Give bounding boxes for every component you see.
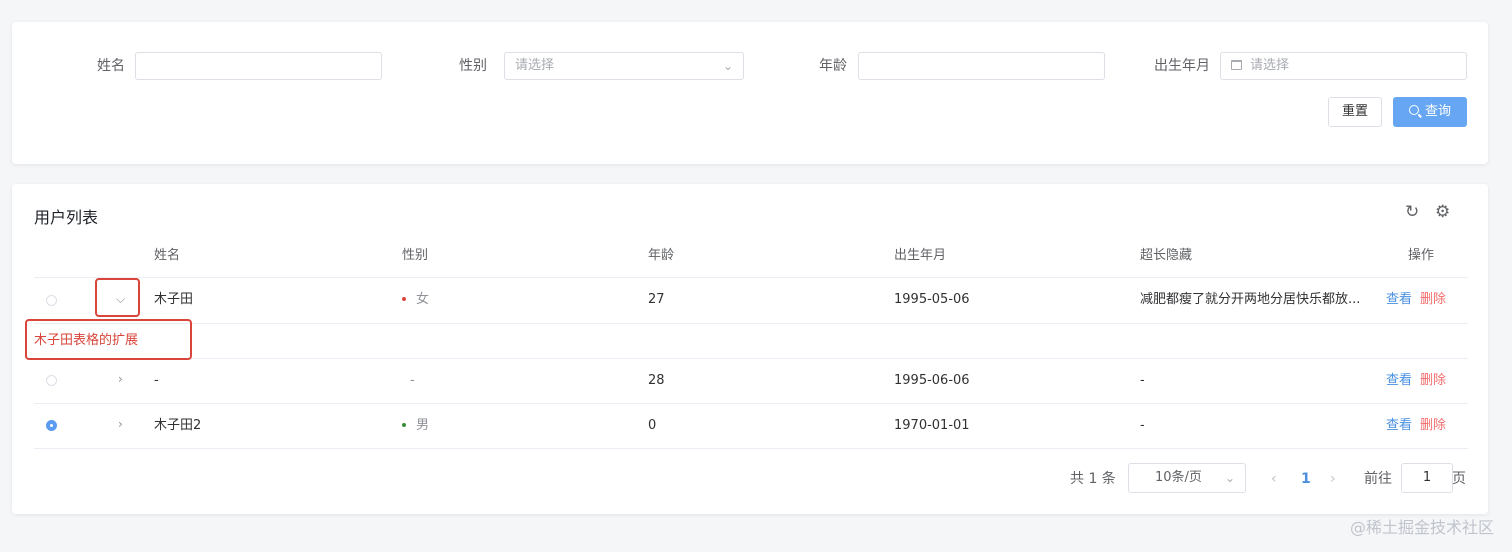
birth-label: 出生年月 bbox=[1154, 58, 1210, 74]
table-row: ⌵ 木子田 女 27 1995-05-06 减肥都瘦了就分开两地分居快乐都放..… bbox=[34, 278, 1468, 324]
age-input[interactable] bbox=[858, 52, 1105, 80]
birth-date-placeholder: 请选择 bbox=[1250, 58, 1290, 73]
query-button-label: 查询 bbox=[1424, 104, 1451, 119]
page-size-value: 10条/页 bbox=[1155, 470, 1202, 485]
cell-age: 28 bbox=[648, 373, 665, 388]
row-radio-selected[interactable] bbox=[46, 420, 57, 431]
expand-highlight-box bbox=[95, 278, 140, 317]
gender-dot bbox=[402, 297, 406, 301]
table-header: 姓名 性别 年龄 出生年月 超长隐藏 操作 bbox=[34, 239, 1468, 278]
cell-gender-text: 男 bbox=[416, 418, 430, 433]
column-header-actions: 操作 bbox=[1408, 248, 1435, 263]
cell-birth: 1995-06-06 bbox=[894, 373, 970, 388]
cell-birth: 1970-01-01 bbox=[894, 418, 970, 433]
cell-gender: 女 bbox=[402, 278, 429, 322]
search-form-card: 姓名 性别 请选择 ⌄ 年龄 出生年月 请选择 重置 查询 bbox=[12, 22, 1488, 164]
cell-age: 27 bbox=[648, 292, 665, 307]
chevron-right-icon[interactable]: › bbox=[118, 417, 123, 431]
gender-label: 性别 bbox=[459, 58, 487, 74]
birth-date-picker[interactable]: 请选择 bbox=[1220, 52, 1467, 80]
row-radio[interactable] bbox=[46, 375, 57, 386]
name-input[interactable] bbox=[135, 52, 382, 80]
goto-page-input[interactable]: 1 bbox=[1401, 463, 1453, 493]
gear-icon[interactable]: ⚙ bbox=[1435, 202, 1450, 222]
delete-link[interactable]: 删除 bbox=[1420, 373, 1446, 388]
table-title: 用户列表 bbox=[34, 208, 99, 227]
table-row: › - - 28 1995-06-06 - 查看 删除 bbox=[34, 359, 1468, 404]
view-link[interactable]: 查看 bbox=[1386, 292, 1412, 307]
column-header-birth: 出生年月 bbox=[894, 248, 947, 263]
page-number-current[interactable]: 1 bbox=[1301, 464, 1311, 494]
search-icon bbox=[1408, 105, 1419, 115]
view-link[interactable]: 查看 bbox=[1386, 418, 1412, 433]
age-label: 年龄 bbox=[819, 58, 847, 74]
cell-age: 0 bbox=[648, 418, 657, 433]
view-link[interactable]: 查看 bbox=[1386, 373, 1412, 388]
watermark: @稀土掘金技术社区 bbox=[1349, 518, 1494, 537]
pagination-total: 共 1 条 bbox=[1070, 471, 1116, 487]
gender-select-placeholder: 请选择 bbox=[515, 58, 555, 73]
expanded-row: 木子田表格的扩展 bbox=[34, 324, 1468, 359]
gender-select[interactable]: 请选择 ⌄ bbox=[504, 52, 744, 80]
column-header-gender: 性别 bbox=[402, 248, 429, 263]
cell-birth: 1995-05-06 bbox=[894, 292, 970, 307]
cell-actions: 查看 删除 bbox=[1386, 359, 1446, 403]
cell-actions: 查看 删除 bbox=[1386, 404, 1446, 448]
cell-gender-text: 女 bbox=[416, 292, 430, 307]
goto-prefix: 前往 bbox=[1364, 471, 1392, 487]
column-header-age: 年龄 bbox=[648, 248, 675, 263]
cell-long-text: - bbox=[1140, 418, 1145, 433]
query-button[interactable]: 查询 bbox=[1393, 97, 1467, 127]
cell-long-text: 减肥都瘦了就分开两地分居快乐都放... bbox=[1140, 292, 1361, 307]
chevron-right-icon[interactable]: › bbox=[118, 372, 123, 386]
reset-button[interactable]: 重置 bbox=[1328, 97, 1382, 127]
cell-gender: - bbox=[410, 373, 415, 388]
cell-name: - bbox=[154, 373, 159, 388]
chevron-down-icon: ⌄ bbox=[722, 59, 733, 73]
refresh-icon[interactable]: ↻ bbox=[1405, 202, 1419, 222]
column-header-name: 姓名 bbox=[154, 248, 181, 263]
cell-actions: 查看 删除 bbox=[1386, 278, 1446, 322]
column-header-long-text: 超长隐藏 bbox=[1140, 248, 1193, 263]
expanded-content-highlight-box bbox=[25, 319, 192, 360]
cell-long-text: - bbox=[1140, 373, 1145, 388]
cell-name: 木子田2 bbox=[154, 418, 202, 433]
prev-page-button[interactable]: ‹ bbox=[1271, 464, 1277, 494]
chevron-down-icon: ⌄ bbox=[1224, 471, 1235, 485]
row-radio[interactable] bbox=[46, 295, 57, 306]
user-table-card: 用户列表 ↻ ⚙ 姓名 性别 年龄 出生年月 超长隐藏 操作 ⌵ 木子田 女 2… bbox=[12, 184, 1488, 514]
delete-link[interactable]: 删除 bbox=[1420, 292, 1446, 307]
cell-name: 木子田 bbox=[154, 292, 194, 307]
next-page-button[interactable]: › bbox=[1330, 464, 1336, 494]
calendar-icon bbox=[1231, 60, 1242, 70]
delete-link[interactable]: 删除 bbox=[1420, 418, 1446, 433]
gender-dot bbox=[402, 423, 406, 427]
page-size-select[interactable]: 10条/页 ⌄ bbox=[1128, 463, 1246, 493]
name-label: 姓名 bbox=[97, 58, 125, 74]
cell-gender: 男 bbox=[402, 404, 429, 448]
table-row: › 木子田2 男 0 1970-01-01 - 查看 删除 bbox=[34, 404, 1468, 449]
goto-suffix: 页 bbox=[1452, 471, 1466, 487]
